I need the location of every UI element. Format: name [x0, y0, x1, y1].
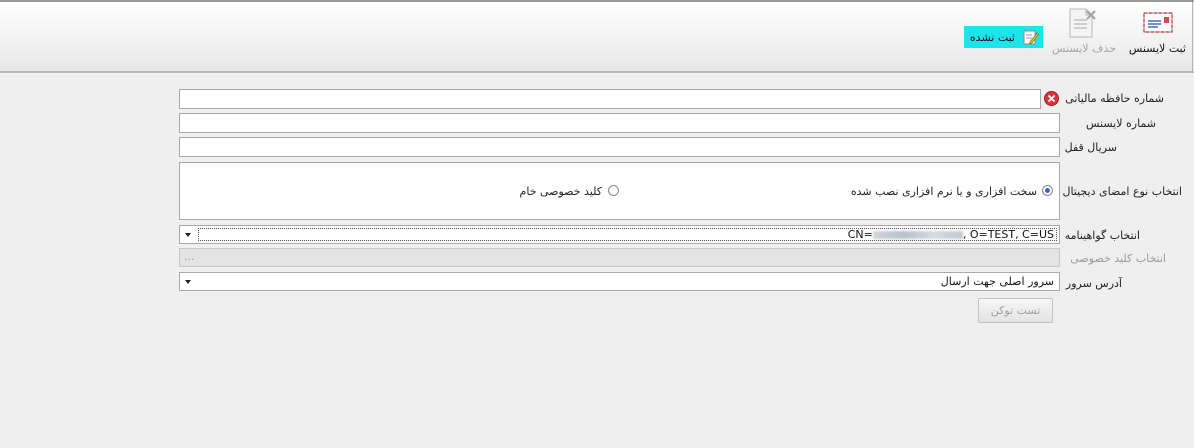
- license-number-label: شماره لایسنس: [1086, 117, 1156, 130]
- delete-license-button[interactable]: حذف لایسنس: [1046, 2, 1120, 71]
- signature-type-label: انتخاب نوع امضای دیجیتال: [1062, 185, 1182, 198]
- chevron-down-icon[interactable]: [185, 233, 191, 237]
- private-key-field: ...: [179, 248, 1060, 267]
- certificate-value: CN=, O=TEST, C=US: [847, 228, 1054, 241]
- register-license-label: ثبت لایسنس: [1128, 42, 1186, 55]
- tax-memory-label: شماره حافظه مالیاتی: [1065, 92, 1164, 105]
- certificate-select[interactable]: CN=, O=TEST, C=US: [179, 225, 1060, 244]
- lock-serial-input[interactable]: [179, 137, 1060, 157]
- signature-radio-raw-key[interactable]: [608, 185, 619, 196]
- license-status-text: ثبت نشده: [969, 30, 1015, 44]
- license-number-input[interactable]: [179, 113, 1060, 133]
- lock-serial-label: سریال قفل: [1064, 141, 1117, 154]
- signature-option-installed[interactable]: سخت افزاری و یا نرم افزاری نصب شده: [851, 185, 1037, 198]
- private-key-browse-button[interactable]: ...: [184, 250, 195, 263]
- server-address-label: آدرس سرور: [1065, 277, 1122, 290]
- toolbar-separator: [0, 71, 1194, 73]
- delete-license-label: حذف لایسنس: [1052, 42, 1116, 55]
- chevron-down-icon[interactable]: [185, 280, 191, 284]
- server-address-value: سرور اصلی جهت ارسال: [940, 275, 1054, 288]
- signature-type-group: سخت افزاری و یا نرم افزاری نصب شده کلید …: [179, 162, 1060, 220]
- certificate-redacted: [872, 231, 963, 239]
- tax-memory-input[interactable]: [179, 89, 1041, 109]
- document-delete-icon: [1068, 7, 1098, 42]
- register-license-button[interactable]: ثبت لایسنس: [1126, 2, 1192, 71]
- error-icon: [1044, 91, 1059, 106]
- envelope-certificate-icon: [1143, 10, 1173, 37]
- signature-radio-installed[interactable]: [1042, 185, 1053, 196]
- certificate-label: انتخاب گواهینامه: [1064, 229, 1140, 242]
- server-address-select[interactable]: سرور اصلی جهت ارسال: [179, 272, 1060, 291]
- signature-option-raw-key[interactable]: کلید خصوصی خام: [520, 185, 602, 198]
- license-status-badge: ثبت نشده: [964, 26, 1043, 48]
- pencil-note-icon: [1023, 29, 1039, 45]
- private-key-label: انتخاب کلید خصوصی: [1070, 252, 1166, 265]
- certificate-value-box: CN=, O=TEST, C=US: [198, 228, 1057, 241]
- test-token-button[interactable]: تست توکن: [978, 298, 1053, 323]
